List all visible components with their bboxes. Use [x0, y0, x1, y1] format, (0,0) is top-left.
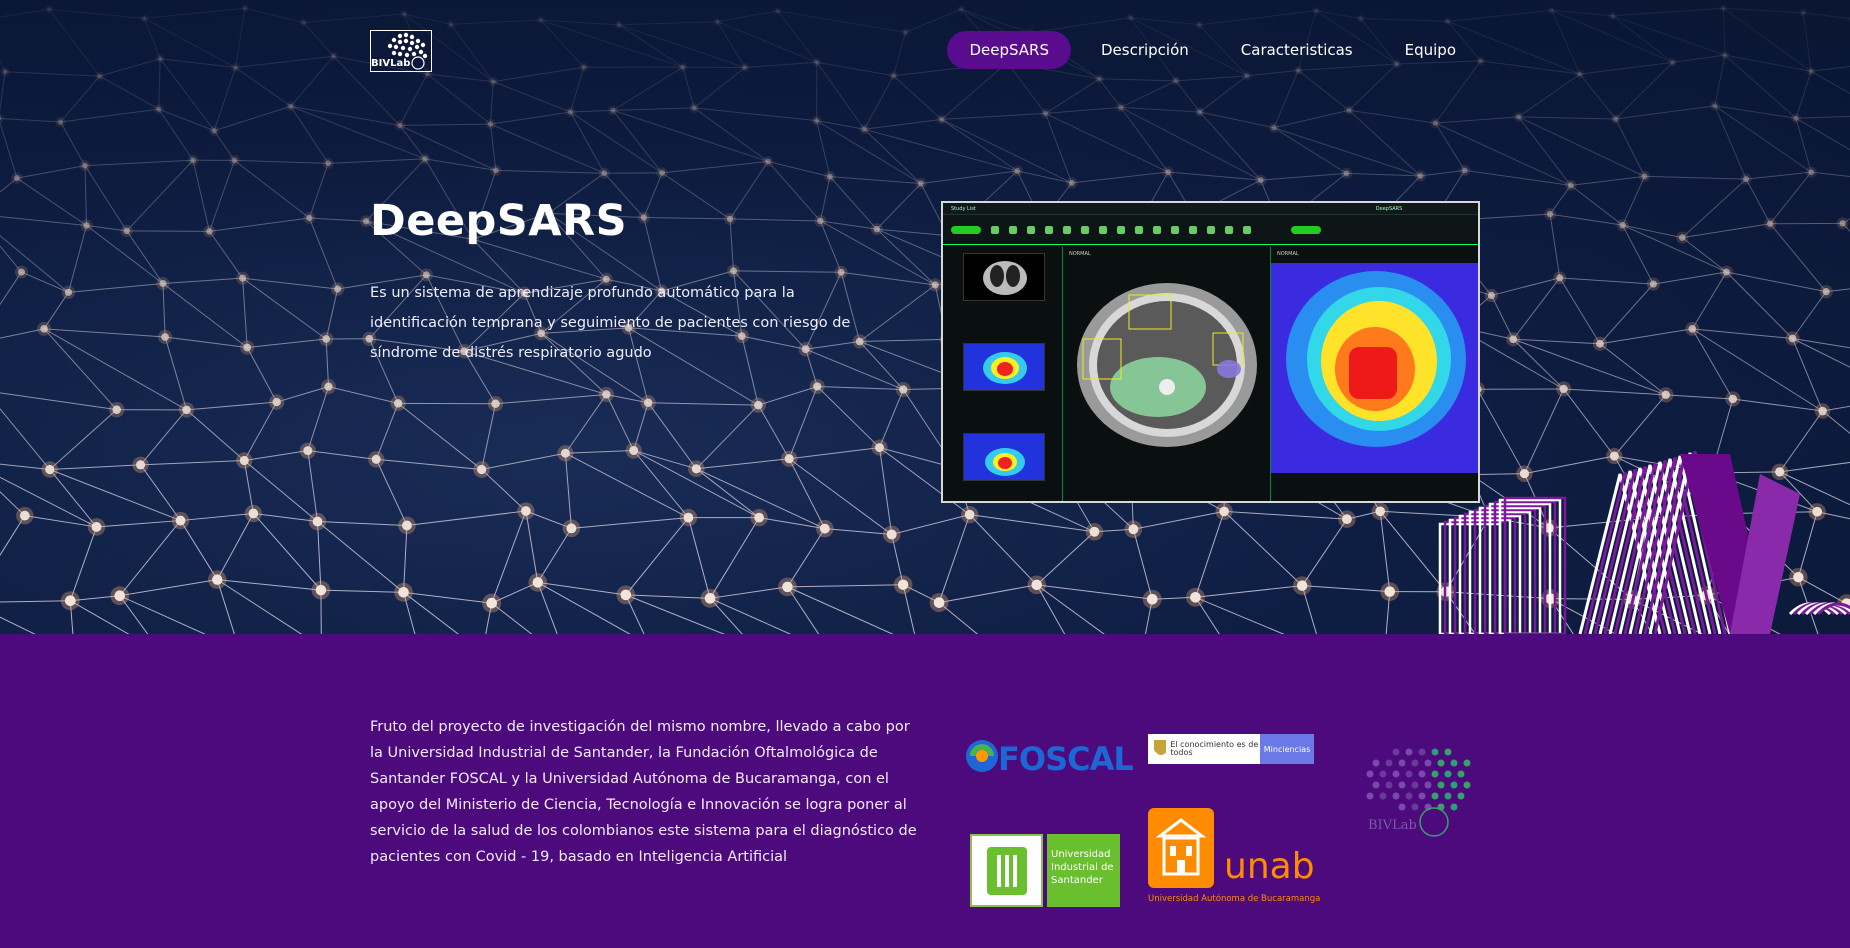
uis-text: Universidad Industrial de Santander — [1047, 834, 1120, 907]
about-section: Fruto del proyecto de investigación del … — [0, 634, 1850, 948]
unab-building-icon — [1155, 818, 1207, 876]
hero-section: BIVLab DeepSARS Descripción Caracteristi… — [0, 0, 1850, 634]
app-screenshot: Study List DeepSARS NORMAL NORMAL — [941, 201, 1480, 503]
minciencias-logo[interactable]: El conocimiento es de todos Minciencias — [1148, 734, 1314, 764]
about-text: Fruto del proyecto de investigación del … — [370, 719, 917, 865]
ct-view-label: NORMAL — [1069, 251, 1091, 257]
bivlab-partner-text: BIVLab — [1368, 818, 1417, 833]
heatmap-view-label: NORMAL — [1277, 251, 1299, 257]
app-toolbar — [943, 215, 1478, 245]
thumbnail-panel — [943, 247, 1063, 501]
minciencias-slogan: El conocimiento es de todos — [1170, 740, 1259, 757]
unab-text: unab — [1224, 846, 1315, 887]
heatmap-thumbnail — [963, 343, 1045, 391]
heatmap-thumbnail-2 — [963, 433, 1045, 481]
foscal-logo[interactable]: FOSCAL — [962, 734, 1134, 780]
foscal-mark-icon — [966, 740, 998, 772]
nav-deepsars[interactable]: DeepSARS — [947, 31, 1071, 69]
ct-view: NORMAL — [1063, 247, 1271, 501]
main-nav: DeepSARS Descripción Caracteristicas Equ… — [947, 31, 1478, 69]
nav-caracteristicas[interactable]: Caracteristicas — [1219, 31, 1375, 69]
ct-scan-image — [1077, 283, 1257, 447]
app-header-left: Study List — [951, 205, 976, 212]
hero-description: Es un sistema de aprendizaje profundo au… — [370, 285, 851, 361]
nav-descripcion[interactable]: Descripción — [1079, 31, 1211, 69]
unab-logo[interactable]: unab Universidad Autónoma de Bucaramanga — [1148, 808, 1320, 904]
uis-mark-icon — [986, 846, 1027, 895]
logo-text: BIVLab — [371, 58, 411, 69]
nav-equipo[interactable]: Equipo — [1383, 31, 1478, 69]
biv-3d-decoration — [1438, 451, 1850, 634]
ct-thumbnail — [963, 253, 1045, 301]
minciencias-label: Minciencias — [1260, 734, 1314, 764]
hero-title: DeepSARS — [370, 196, 628, 246]
app-header-right: DeepSARS — [1375, 205, 1403, 212]
foscal-text: FOSCAL — [998, 740, 1134, 778]
unab-subtitle: Universidad Autónoma de Bucaramanga — [1148, 894, 1321, 904]
colombia-shield-icon — [1154, 740, 1167, 755]
uis-logo[interactable]: Universidad Industrial de Santander — [970, 834, 1120, 907]
